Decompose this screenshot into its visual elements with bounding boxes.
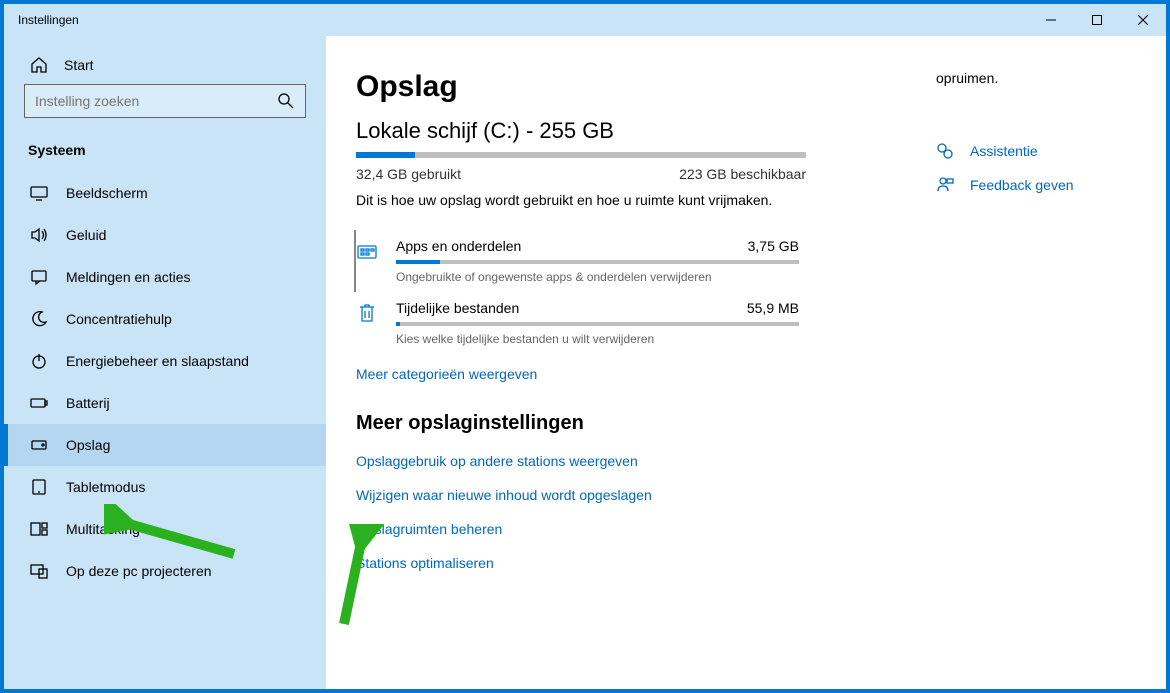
link-storage-spaces[interactable]: Opslagruimten beheren [356, 521, 856, 537]
help-icon [936, 142, 954, 160]
maximize-button[interactable] [1074, 4, 1120, 36]
cleanup-text: opruimen. [936, 70, 1126, 86]
sidebar-item-label: Beeldscherm [66, 185, 148, 201]
category-sub: Ongebruikte of ongewenste apps & onderde… [396, 270, 799, 284]
sidebar-item-label: Opslag [66, 437, 110, 453]
help-label: Assistentie [970, 143, 1038, 159]
sidebar-item-label: Batterij [66, 395, 110, 411]
window-title: Instellingen [4, 13, 1028, 27]
battery-icon [30, 394, 48, 412]
section-header: Systeem [4, 130, 326, 172]
category-name: Apps en onderdelen [396, 238, 521, 254]
link-change-save-location[interactable]: Wijzigen waar nieuwe inhoud wordt opgesl… [356, 487, 856, 503]
home-label: Start [64, 57, 94, 73]
category-apps[interactable]: Apps en onderdelen 3,75 GB Ongebruikte of… [354, 230, 799, 292]
sound-icon [30, 226, 48, 244]
sidebar-item-multitasking[interactable]: Multitasking [4, 508, 326, 550]
storage-bar [356, 152, 806, 158]
tablet-icon [30, 478, 48, 496]
sidebar-item-label: Tabletmodus [66, 479, 145, 495]
feedback-label: Feedback geven [970, 177, 1074, 193]
sidebar-item-label: Meldingen en acties [66, 269, 191, 285]
help-link[interactable]: Assistentie [936, 142, 1126, 160]
sidebar-item-power[interactable]: Energiebeheer en slaapstand [4, 340, 326, 382]
category-size: 3,75 GB [748, 238, 799, 254]
sidebar-item-display[interactable]: Beeldscherm [4, 172, 326, 214]
titlebar: Instellingen [4, 4, 1166, 36]
feedback-icon [936, 176, 954, 194]
page-title: Opslag [356, 70, 856, 104]
link-other-drives[interactable]: Opslaggebruik op andere stations weergev… [356, 453, 856, 469]
sidebar-item-tablet[interactable]: Tabletmodus [4, 466, 326, 508]
used-label: 32,4 GB gebruikt [356, 166, 461, 182]
close-button[interactable] [1120, 4, 1166, 36]
sidebar-item-label: Multitasking [66, 521, 140, 537]
home-button[interactable]: Start [4, 46, 326, 84]
display-icon [30, 184, 48, 202]
trash-icon [356, 302, 378, 324]
show-more-link[interactable]: Meer categorieën weergeven [356, 366, 856, 382]
free-label: 223 GB beschikbaar [679, 166, 806, 182]
sidebar-item-sound[interactable]: Geluid [4, 214, 326, 256]
right-column: opruimen. Assistentie Feedback geven [936, 70, 1126, 689]
moon-icon [30, 310, 48, 328]
feedback-link[interactable]: Feedback geven [936, 176, 1126, 194]
notification-icon [30, 268, 48, 286]
search-icon [277, 92, 295, 110]
sidebar-item-label: Concentratiehulp [66, 311, 172, 327]
project-icon [30, 562, 48, 580]
sidebar-item-label: Energiebeheer en slaapstand [66, 353, 249, 369]
power-icon [30, 352, 48, 370]
more-settings-heading: Meer opslaginstellingen [356, 412, 856, 435]
storage-description: Dit is hoe uw opslag wordt gebruikt en h… [356, 192, 856, 208]
category-name: Tijdelijke bestanden [396, 300, 519, 316]
content-pane: Opslag Lokale schijf (C:) - 255 GB 32,4 … [356, 70, 856, 689]
link-optimize-drives[interactable]: Stations optimaliseren [356, 555, 856, 571]
category-size: 55,9 MB [747, 300, 799, 316]
home-icon [30, 56, 48, 74]
minimize-button[interactable] [1028, 4, 1074, 36]
sidebar-item-label: Op deze pc projecteren [66, 563, 212, 579]
multitasking-icon [30, 520, 48, 538]
search-input[interactable] [35, 93, 277, 109]
apps-icon [356, 240, 378, 262]
sidebar-item-storage[interactable]: Opslag [4, 424, 326, 466]
category-temp[interactable]: Tijdelijke bestanden 55,9 MB Kies welke t… [354, 292, 799, 354]
search-box[interactable] [24, 84, 306, 118]
sidebar: Start Systeem Beeldscherm Geluid [4, 36, 326, 689]
sidebar-item-project[interactable]: Op deze pc projecteren [4, 550, 326, 592]
sidebar-item-notifications[interactable]: Meldingen en acties [4, 256, 326, 298]
sidebar-item-label: Geluid [66, 227, 106, 243]
storage-icon [30, 436, 48, 454]
sidebar-item-focus[interactable]: Concentratiehulp [4, 298, 326, 340]
sidebar-item-battery[interactable]: Batterij [4, 382, 326, 424]
disk-title: Lokale schijf (C:) - 255 GB [356, 118, 856, 144]
category-sub: Kies welke tijdelijke bestanden u wilt v… [396, 332, 799, 346]
